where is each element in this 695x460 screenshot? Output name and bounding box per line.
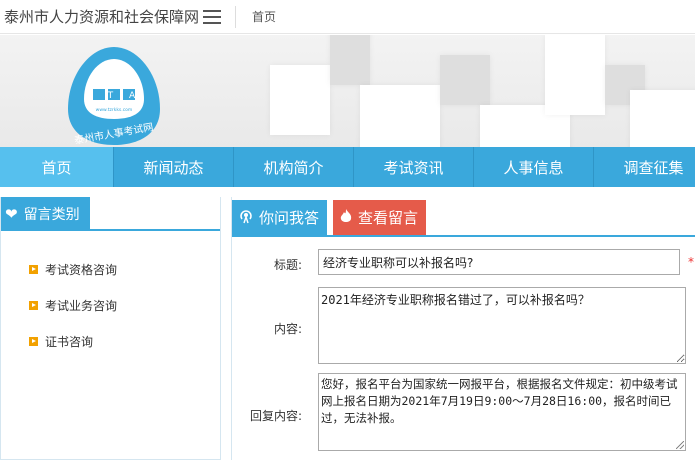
broadcast-icon <box>238 208 254 228</box>
banner-decoration <box>270 65 330 135</box>
logo-url: www.tzrkks.com <box>96 107 133 113</box>
tab-view-label: 查看留言 <box>358 209 419 227</box>
category-list: 考试资格咨询 考试业务咨询 证书咨询 <box>1 231 220 359</box>
nav-item-personnel[interactable]: 人事信息 <box>474 147 594 187</box>
banner-decoration <box>360 85 440 147</box>
title-label: 标题: <box>273 258 302 272</box>
category-tab: ❤ 留言类别 <box>1 197 90 231</box>
site-logo[interactable]: P T A www.tzrkks.com 泰州市人事考试网 <box>66 45 162 147</box>
arrow-bullet-icon <box>29 300 38 310</box>
category-item-certificate[interactable]: 证书咨询 <box>29 323 220 359</box>
category-title: 留言类别 <box>23 207 80 223</box>
category-header: ❤ 留言类别 <box>1 197 220 231</box>
content-textarea[interactable]: 2021年经济专业职称报名错过了，可以补报名吗？ <box>318 287 686 364</box>
message-tabs: 你问我答 查看留言 <box>232 197 695 237</box>
reply-textarea[interactable]: 您好，报名平台为国家统一网报平台，根据报名文件规定：初中级考试网上报名日期为20… <box>318 373 686 451</box>
title-input[interactable] <box>318 249 680 275</box>
reply-text: 您好，报名平台为国家统一网报平台，根据报名文件规定：初中级考试网上报名日期为20… <box>321 377 678 425</box>
logo-letters: P T A <box>86 91 141 101</box>
nav-item-exam-info[interactable]: 考试资讯 <box>354 147 474 187</box>
nav-item-survey[interactable]: 调查征集 <box>594 147 695 187</box>
tab-view-messages[interactable]: 查看留言 <box>333 200 427 235</box>
arrow-bullet-icon <box>29 336 38 346</box>
home-link[interactable]: 首页 <box>252 8 276 25</box>
flame-icon <box>339 208 353 228</box>
category-label[interactable]: 考试资格咨询 <box>45 261 117 278</box>
resize-handle[interactable] <box>676 441 684 449</box>
site-title[interactable]: 泰州市人力资源和社会保障网 <box>0 6 199 27</box>
nav-item-home[interactable]: 首页 <box>0 147 114 187</box>
category-item-business[interactable]: 考试业务咨询 <box>29 287 220 323</box>
message-panel: 你问我答 查看留言 标题: * 内容: 2021年经济专业职称报名错过了，可以补… <box>231 197 695 460</box>
tab-ask-label: 你问我答 <box>259 209 320 227</box>
category-label[interactable]: 考试业务咨询 <box>45 297 117 314</box>
reply-label: 回复内容: <box>249 409 302 423</box>
banner-decoration <box>545 35 605 115</box>
required-mark: * <box>688 255 694 269</box>
divider <box>235 5 237 28</box>
arrow-bullet-icon <box>29 264 38 274</box>
heart-icon: ❤ <box>5 205 18 223</box>
nav-item-news[interactable]: 新闻动态 <box>114 147 234 187</box>
banner: P T A www.tzrkks.com 泰州市人事考试网 <box>0 35 695 147</box>
menu-icon[interactable] <box>203 9 222 24</box>
category-label[interactable]: 证书咨询 <box>45 333 93 350</box>
content-label: 内容: <box>273 322 302 336</box>
category-item-qualification[interactable]: 考试资格咨询 <box>29 251 220 287</box>
tab-ask[interactable]: 你问我答 <box>232 200 328 235</box>
top-bar: 泰州市人力资源和社会保障网 首页 <box>0 0 695 34</box>
banner-decoration <box>630 90 695 147</box>
category-panel: ❤ 留言类别 考试资格咨询 考试业务咨询 证书咨询 <box>0 197 221 460</box>
banner-decoration <box>440 55 490 105</box>
main-nav: 首页 新闻动态 机构简介 考试资讯 人事信息 调查征集 <box>0 147 695 187</box>
nav-item-about[interactable]: 机构简介 <box>234 147 354 187</box>
banner-decoration <box>330 35 370 85</box>
